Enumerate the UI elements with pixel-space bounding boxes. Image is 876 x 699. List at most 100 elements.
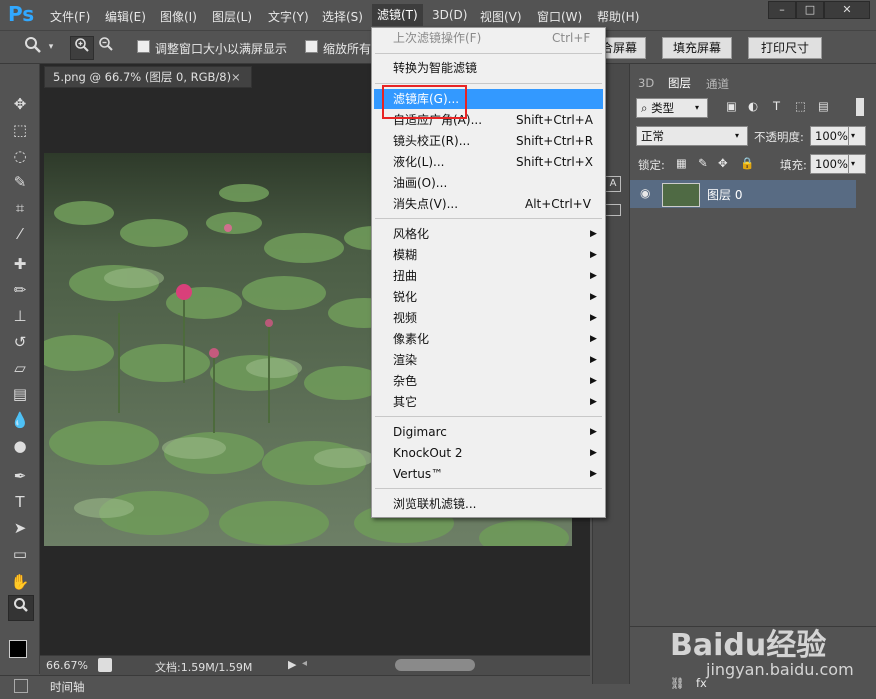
- print-size-button[interactable]: 打印尺寸: [748, 37, 823, 59]
- fill-chevron-icon[interactable]: ▾: [848, 154, 866, 174]
- menu-separator: [375, 488, 602, 489]
- hand-icon[interactable]: ✋: [8, 570, 32, 594]
- timeline-tab[interactable]: 时间轴: [50, 679, 85, 695]
- menu-item-knockout[interactable]: KnockOut 2 ▶: [372, 443, 605, 463]
- zoom-in-icon[interactable]: [70, 36, 94, 60]
- filter-adjust-icon[interactable]: ◐: [748, 99, 758, 113]
- menu-item-pixelate[interactable]: 像素化 ▶: [372, 329, 605, 349]
- eyedropper-icon[interactable]: ⁄: [8, 222, 32, 246]
- stamp-icon[interactable]: ⊥: [8, 304, 32, 328]
- submenu-arrow-icon: ▶: [590, 376, 597, 386]
- blur-icon[interactable]: 💧: [8, 408, 32, 432]
- scroll-left-icon[interactable]: ◂: [302, 658, 307, 669]
- character-panel-icon[interactable]: A: [605, 176, 621, 192]
- menu-window[interactable]: 窗口(W): [537, 8, 582, 25]
- history-brush-icon[interactable]: ↺: [8, 330, 32, 354]
- menu-item-stylize[interactable]: 风格化 ▶: [372, 224, 605, 244]
- tab-3d[interactable]: 3D: [638, 76, 654, 90]
- filter-pixel-icon[interactable]: ▣: [726, 99, 737, 113]
- fill-input[interactable]: 100%: [810, 154, 850, 174]
- lock-all-icon[interactable]: 🔒: [740, 156, 754, 170]
- menu-item-digimarc[interactable]: Digimarc ▶: [372, 422, 605, 442]
- chevron-icon: ▾: [695, 103, 700, 112]
- crop-icon[interactable]: ⌗: [8, 196, 32, 220]
- tab-layers[interactable]: 图层: [662, 74, 697, 92]
- type-icon[interactable]: T: [8, 490, 32, 514]
- layer-filter-kind[interactable]: ⌕ 类型 ▾: [636, 98, 708, 118]
- tab-close-icon[interactable]: ×: [231, 67, 241, 87]
- marquee-icon[interactable]: ⬚: [8, 118, 32, 142]
- zoom-tool-selected-icon[interactable]: [8, 595, 34, 621]
- tool-preset-chevron-icon[interactable]: ▾: [44, 36, 58, 58]
- resize-windows-checkbox[interactable]: [137, 40, 150, 53]
- menu-item-oil-paint[interactable]: 油画(O)...: [372, 173, 605, 193]
- menu-image[interactable]: 图像(I): [160, 8, 197, 25]
- lock-pixels-icon[interactable]: ✎: [698, 156, 708, 170]
- filter-type-icon[interactable]: T: [773, 99, 780, 113]
- menu-item-vertus[interactable]: Vertus™ ▶: [372, 464, 605, 484]
- quick-select-icon[interactable]: ✎: [8, 170, 32, 194]
- menu-item-liquify[interactable]: 液化(L)... Shift+Ctrl+X: [372, 152, 605, 172]
- document-tab[interactable]: 5.png @ 66.7% (图层 0, RGB/8) ×: [44, 66, 252, 88]
- eraser-icon[interactable]: ▱: [8, 356, 32, 380]
- opacity-input[interactable]: 100%: [810, 126, 850, 146]
- zoom-level[interactable]: 66.67%: [46, 659, 88, 672]
- menu-type[interactable]: 文字(Y): [268, 8, 309, 25]
- menu-item-blur[interactable]: 模糊 ▶: [372, 245, 605, 265]
- pen-icon[interactable]: ✒: [8, 464, 32, 488]
- menu-layer[interactable]: 图层(L): [212, 8, 252, 25]
- shape-icon[interactable]: ▭: [8, 542, 32, 566]
- status-menu-icon[interactable]: [98, 658, 112, 672]
- menu-separator: [375, 83, 602, 84]
- horizontal-scrollbar[interactable]: [395, 659, 475, 671]
- lock-transparent-icon[interactable]: ▦: [676, 156, 687, 170]
- move-icon[interactable]: ✥: [8, 92, 32, 116]
- menu-item-browse-online[interactable]: 浏览联机滤镜...: [372, 494, 605, 514]
- path-select-icon[interactable]: ➤: [8, 516, 32, 540]
- close-window-button[interactable]: ✕: [824, 1, 870, 19]
- menu-3d[interactable]: 3D(D): [432, 8, 467, 22]
- submenu-arrow-icon: ▶: [590, 469, 597, 479]
- zoom-out-icon[interactable]: [95, 36, 117, 58]
- eye-icon[interactable]: ◉: [640, 186, 650, 200]
- submenu-arrow-icon: ▶: [590, 427, 597, 437]
- timeline-toggle-icon[interactable]: [14, 679, 28, 693]
- lasso-icon[interactable]: ◌: [8, 144, 32, 168]
- menu-item-vanishing-point[interactable]: 消失点(V)... Alt+Ctrl+V: [372, 194, 605, 214]
- dodge-icon[interactable]: ●: [8, 434, 32, 458]
- gradient-icon[interactable]: ▤: [8, 382, 32, 406]
- heal-icon[interactable]: ✚: [8, 252, 32, 276]
- filter-smart-icon[interactable]: ▤: [818, 99, 829, 113]
- menu-help[interactable]: 帮助(H): [597, 8, 639, 25]
- menu-item-distort[interactable]: 扭曲 ▶: [372, 266, 605, 286]
- maximize-button[interactable]: □: [796, 1, 824, 19]
- menu-item-render[interactable]: 渲染 ▶: [372, 350, 605, 370]
- blend-mode-select[interactable]: 正常 ▾: [636, 126, 748, 146]
- fill-screen-button[interactable]: 填充屏幕: [662, 37, 733, 59]
- opacity-chevron-icon[interactable]: ▾: [848, 126, 866, 146]
- menu-view[interactable]: 视图(V): [480, 8, 522, 25]
- menu-filter[interactable]: 滤镜(T): [372, 4, 423, 26]
- menu-item-last-filter[interactable]: 上次滤镜操作(F) Ctrl+F: [372, 28, 605, 48]
- lock-position-icon[interactable]: ✥: [718, 156, 728, 170]
- minimize-button[interactable]: –: [768, 1, 796, 19]
- menu-item-sharpen[interactable]: 锐化 ▶: [372, 287, 605, 307]
- menu-edit[interactable]: 编辑(E): [105, 8, 146, 25]
- status-arrow-icon[interactable]: ▶: [288, 658, 296, 671]
- menu-item-lens-correction[interactable]: 镜头校正(R)... Shift+Ctrl+R: [372, 131, 605, 151]
- zoom-tool-icon[interactable]: [22, 36, 44, 58]
- filter-toggle[interactable]: [856, 98, 864, 116]
- menu-item-video[interactable]: 视频 ▶: [372, 308, 605, 328]
- filter-shape-icon[interactable]: ⬚: [795, 99, 806, 113]
- opacity-label: 不透明度:: [754, 130, 804, 144]
- paragraph-panel-icon[interactable]: [605, 204, 621, 216]
- menu-item-smart-filter[interactable]: 转换为智能滤镜: [372, 58, 605, 78]
- menu-file[interactable]: 文件(F): [50, 8, 90, 25]
- brush-icon[interactable]: ✏: [8, 278, 32, 302]
- foreground-color-swatch[interactable]: [9, 640, 27, 658]
- menu-item-noise[interactable]: 杂色 ▶: [372, 371, 605, 391]
- zoom-all-checkbox[interactable]: [305, 40, 318, 53]
- menu-item-other[interactable]: 其它 ▶: [372, 392, 605, 412]
- tab-channels[interactable]: 通道: [706, 76, 729, 92]
- menu-select[interactable]: 选择(S): [322, 8, 363, 25]
